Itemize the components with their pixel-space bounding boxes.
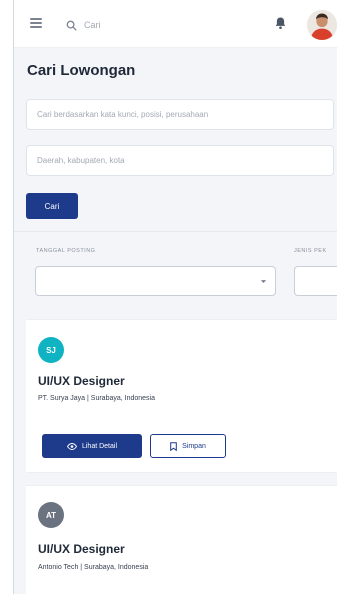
company-avatar: SJ [38, 337, 64, 363]
job-card[interactable]: AT UI/UX Designer Antonio Tech | Surabay… [26, 485, 337, 594]
save-label: Simpan [182, 442, 206, 450]
search-icon [66, 20, 77, 31]
view-detail-button[interactable]: Lihat Detail [42, 434, 142, 458]
header-search-input[interactable]: Cari [84, 20, 101, 30]
filter-label-job-type: JENIS PEK [294, 248, 327, 254]
bookmark-icon [170, 441, 177, 451]
job-company-location: Antonio Tech | Surabaya, Indonesia [38, 564, 149, 571]
keyword-input[interactable]: Cari berdasarkan kata kunci, posisi, per… [26, 99, 334, 130]
view-detail-label: Lihat Detail [81, 442, 118, 450]
job-title[interactable]: UI/UX Designer [38, 374, 125, 388]
job-card[interactable]: SJ UI/UX Designer PT. Surya Jaya | Surab… [26, 319, 337, 473]
app-frame: Cari Cari Lowongan Cari berdasarkan kata… [13, 0, 337, 594]
company-initials: AT [45, 510, 57, 520]
user-avatar-icon [307, 10, 337, 40]
job-company-location: PT. Surya Jaya | Surabaya, Indonesia [38, 395, 155, 402]
bell-icon[interactable] [274, 16, 287, 30]
header-search[interactable]: Cari [66, 16, 101, 34]
location-input[interactable]: Daerah, kabupaten, kota [26, 145, 334, 176]
company-avatar: AT [38, 502, 64, 528]
top-bar: Cari [14, 0, 337, 48]
page-title: Cari Lowongan [27, 62, 136, 79]
divider [14, 231, 337, 232]
search-button[interactable]: Cari [26, 193, 78, 219]
posting-date-select[interactable] [35, 266, 276, 296]
filter-label-posting-date: TANGGAL POSTING [36, 248, 96, 254]
hamburger-menu-icon[interactable] [30, 18, 42, 28]
save-button[interactable]: Simpan [150, 434, 226, 458]
eye-icon [66, 442, 77, 450]
job-type-select[interactable] [294, 266, 337, 296]
chevron-down-icon [260, 280, 267, 283]
company-initials: SJ [46, 345, 56, 355]
job-title[interactable]: UI/UX Designer [38, 542, 125, 556]
user-avatar[interactable] [307, 10, 337, 40]
